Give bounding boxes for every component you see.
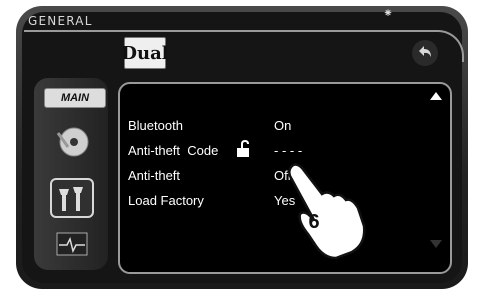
setting-label[interactable]: Anti-theft Code [128,143,218,158]
setting-label[interactable]: Bluetooth [128,118,183,133]
waveform-monitor-icon [56,232,88,256]
back-button[interactable] [412,40,438,66]
sidebar-item-dvd[interactable] [52,124,92,160]
back-arrow-icon [419,46,431,57]
setting-label[interactable]: Load Factory [128,193,204,208]
settings-tools-icon [59,187,83,211]
sidebar-item-monitor[interactable] [52,226,92,262]
setting-value[interactable]: - - - - [274,143,302,158]
setting-label[interactable]: Anti-theft [128,168,180,183]
main-tab[interactable]: MAIN [44,88,106,108]
dual-logo: Dual [121,37,169,69]
scroll-up-icon[interactable] [430,92,442,100]
section-title: GENERAL [28,14,93,28]
step-number: 6 [308,210,320,233]
setting-value[interactable]: On [274,118,291,133]
padlock-unlocked-icon [237,140,249,157]
disc-dvd-icon [56,127,89,157]
bluetooth-icon: ⁕ [383,6,394,20]
sidebar-item-settings[interactable] [50,178,94,218]
scroll-down-icon[interactable] [430,240,442,248]
header-bar [24,30,464,62]
